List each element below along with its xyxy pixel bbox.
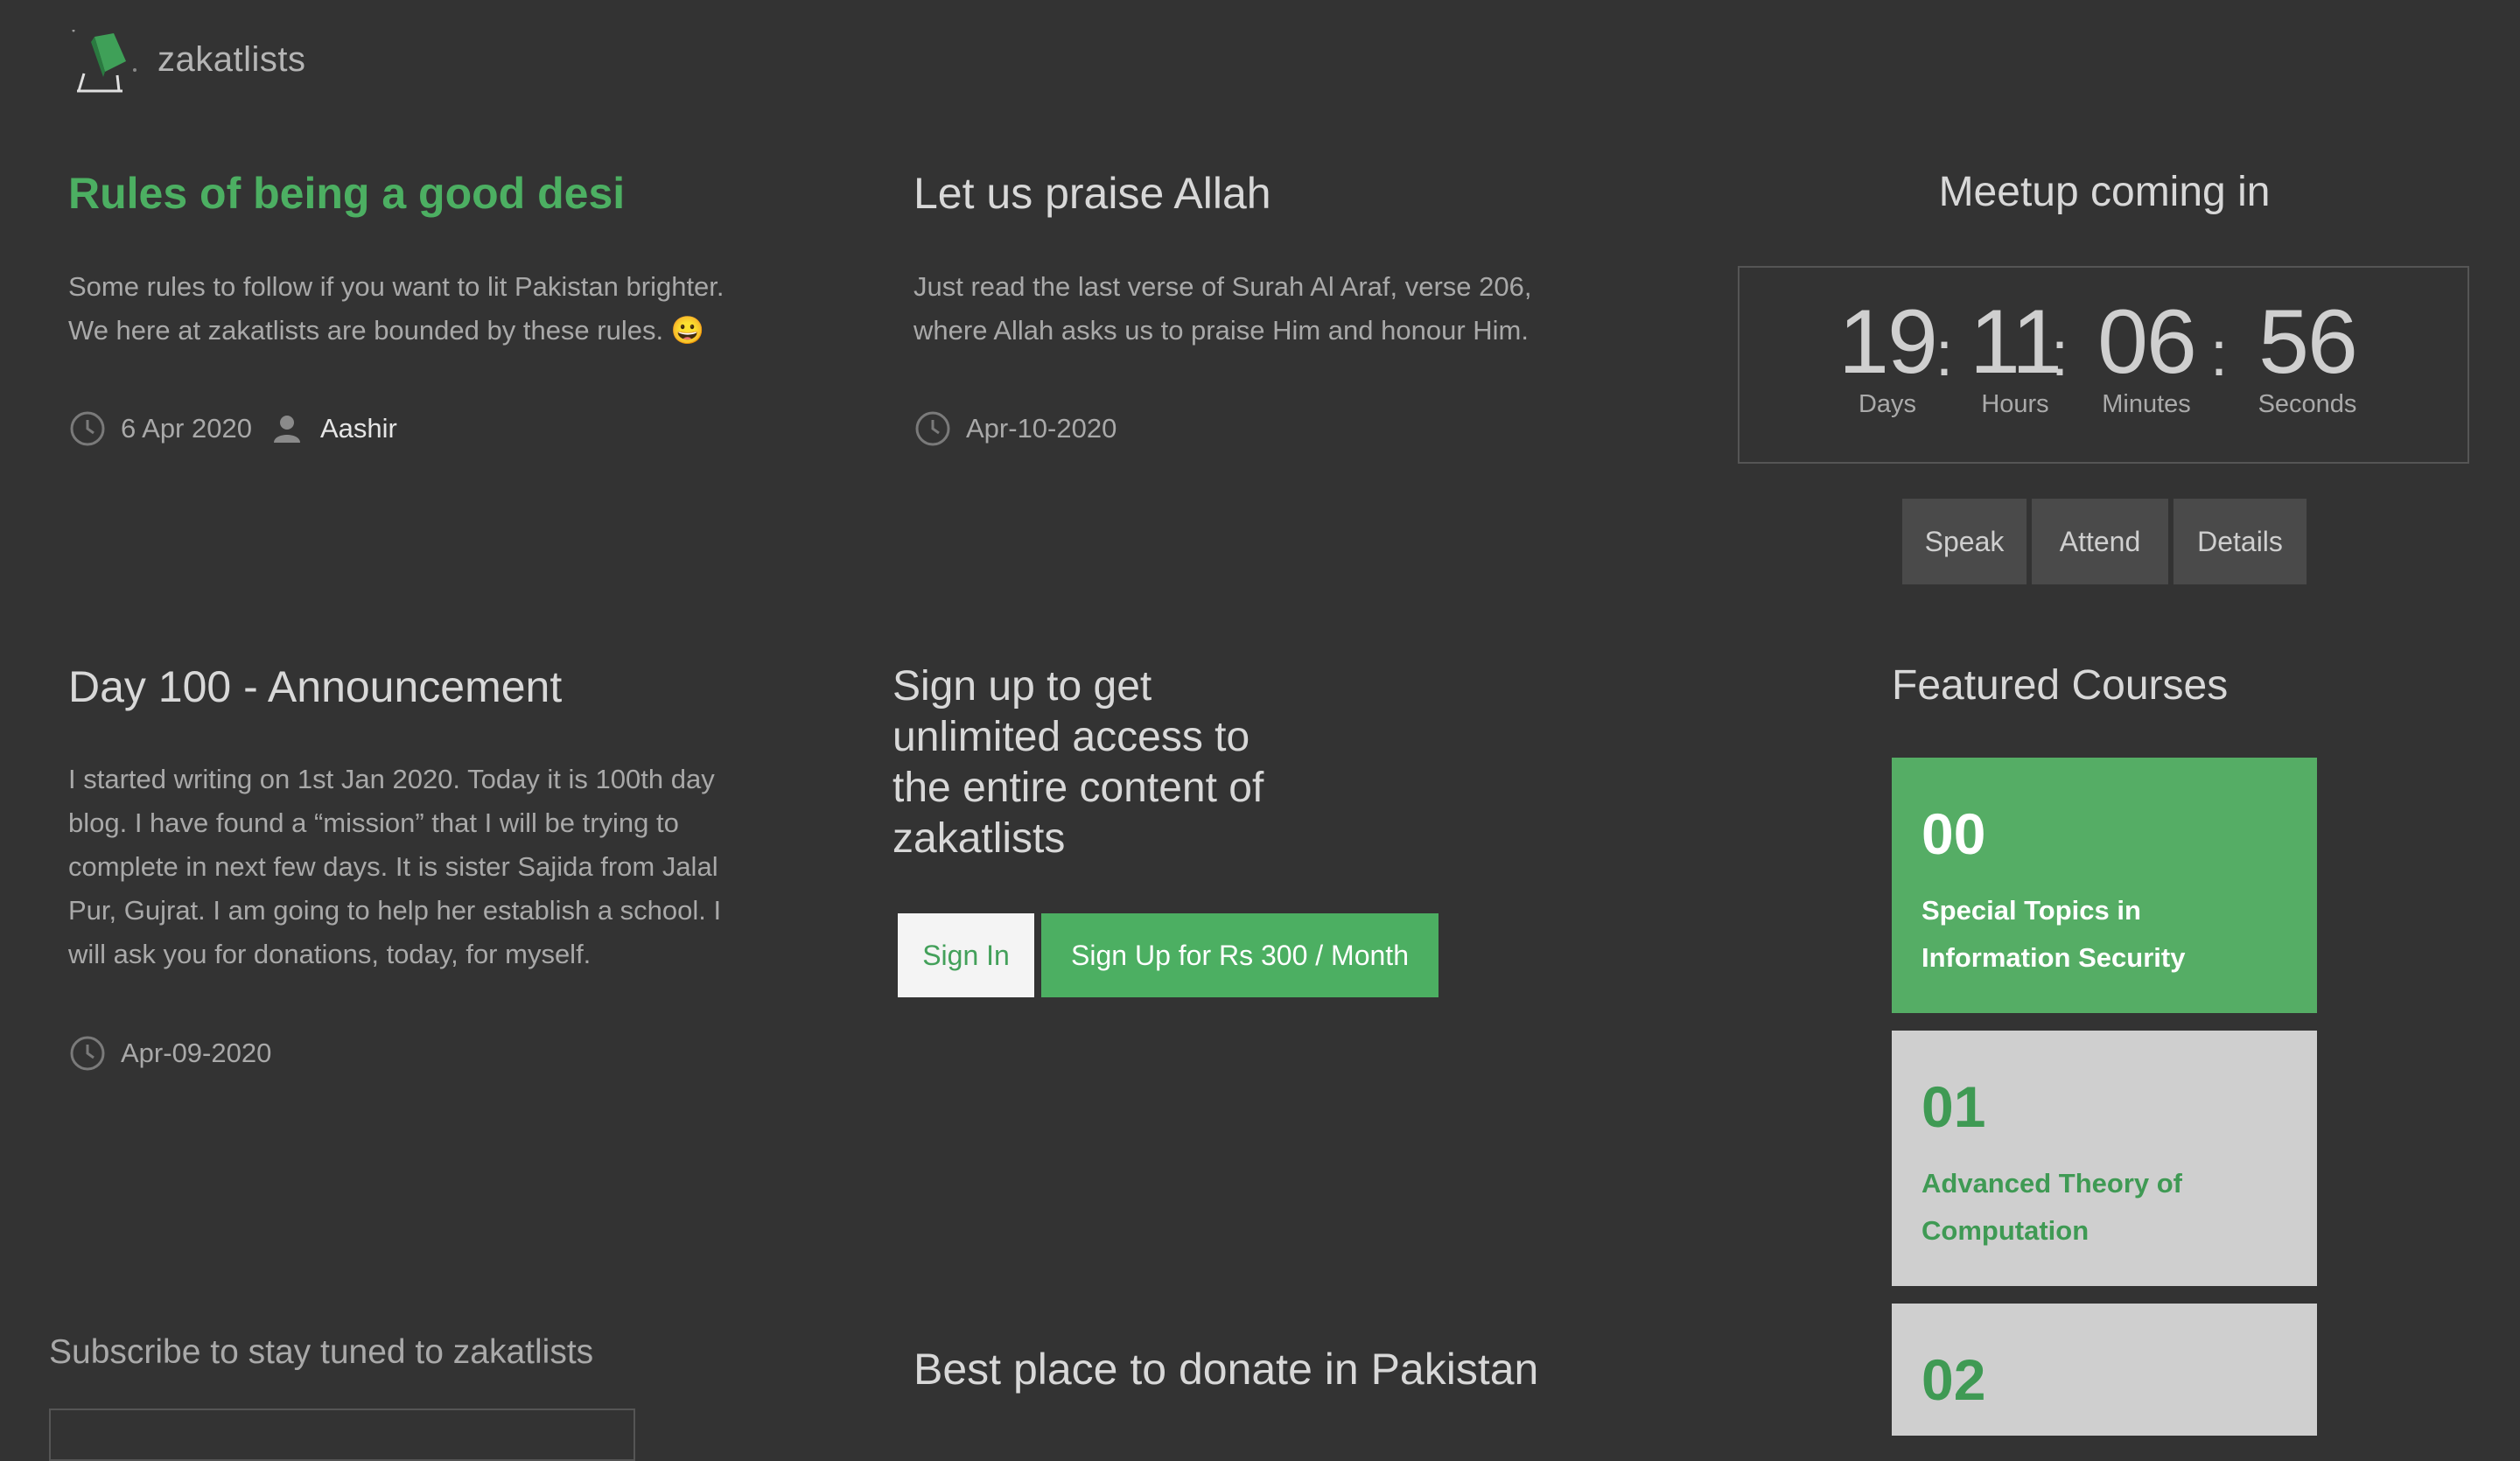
- clock-icon: [915, 411, 950, 446]
- post-author[interactable]: Aashir: [320, 413, 397, 444]
- post-title[interactable]: Let us praise Allah: [914, 168, 1614, 219]
- separator: :: [1936, 319, 1954, 389]
- attend-button[interactable]: Attend: [2032, 499, 2168, 584]
- post-title[interactable]: Day 100 - Announcement: [68, 661, 768, 712]
- clock-icon: [70, 411, 105, 446]
- days-label: Days: [1858, 390, 1917, 418]
- subscribe-email-input[interactable]: [49, 1409, 635, 1461]
- featured-courses-title: Featured Courses: [1892, 662, 2229, 709]
- brand-name[interactable]: zakatlists: [158, 40, 306, 80]
- course-name: Advanced Theory of Computation: [1922, 1168, 2182, 1246]
- post-meta: 6 Apr 2020 Aashir: [68, 409, 397, 448]
- post-date: Apr-09-2020: [121, 1038, 272, 1068]
- countdown-seconds: 56 Seconds: [2233, 294, 2382, 419]
- days-value: 19: [1838, 291, 1938, 393]
- post-excerpt: Some rules to follow if you want to lit …: [68, 271, 724, 346]
- subscribe-title: Subscribe to stay tuned to zakatlists: [49, 1333, 594, 1371]
- separator: :: [2210, 319, 2229, 389]
- countdown-days: 19 Days: [1830, 294, 1944, 419]
- minutes-value: 06: [2097, 291, 2197, 393]
- signup-prompt: Sign up to get unlimited access to the e…: [892, 663, 1264, 862]
- post-excerpt: Just read the last verse of Surah Al Ara…: [914, 271, 1532, 346]
- meetup-title: Meetup coming in: [1938, 169, 2271, 215]
- course-number: 01: [1922, 1074, 1986, 1139]
- user-icon: [273, 416, 300, 443]
- course-number: 02: [1922, 1347, 1986, 1412]
- clock-icon: [70, 1036, 105, 1071]
- hours-label: Hours: [1981, 390, 2049, 418]
- course-card[interactable]: 02: [1892, 1304, 2317, 1436]
- countdown-timer: 19 Days : 11 Hours : 06 Minutes : 56 Sec…: [1738, 266, 2469, 464]
- post-date: Apr-10-2020: [966, 413, 1117, 444]
- minutes-label: Minutes: [2102, 390, 2191, 418]
- details-button[interactable]: Details: [2174, 499, 2306, 584]
- donate-section-title: Best place to donate in Pakistan: [914, 1345, 1539, 1394]
- countdown-minutes: 06 Minutes: [2072, 294, 2221, 419]
- course-name: Special Topics in Information Security: [1922, 895, 2186, 973]
- post-date: 6 Apr 2020: [121, 413, 252, 444]
- post-card: Day 100 - Announcement: [68, 661, 768, 712]
- seconds-value: 56: [2258, 291, 2358, 393]
- sign-in-button[interactable]: Sign In: [898, 913, 1034, 997]
- course-card[interactable]: 01 Advanced Theory of Computation: [1892, 1031, 2317, 1286]
- post-card: Rules of being a good desi: [68, 168, 768, 219]
- separator: :: [2051, 319, 2069, 389]
- post-meta: Apr-10-2020: [914, 409, 1116, 448]
- post-title[interactable]: Rules of being a good desi: [68, 168, 768, 219]
- sign-up-button[interactable]: Sign Up for Rs 300 / Month: [1041, 913, 1438, 997]
- course-card[interactable]: 00 Special Topics in Information Securit…: [1892, 758, 2317, 1013]
- seconds-label: Seconds: [2258, 390, 2357, 418]
- post-card: Let us praise Allah: [914, 168, 1614, 219]
- course-number: 00: [1922, 801, 1986, 866]
- post-meta: Apr-09-2020: [68, 1034, 271, 1073]
- logo-icon[interactable]: [68, 30, 142, 98]
- post-excerpt: I started writing on 1st Jan 2020. Today…: [68, 764, 722, 969]
- speak-button[interactable]: Speak: [1902, 499, 2026, 584]
